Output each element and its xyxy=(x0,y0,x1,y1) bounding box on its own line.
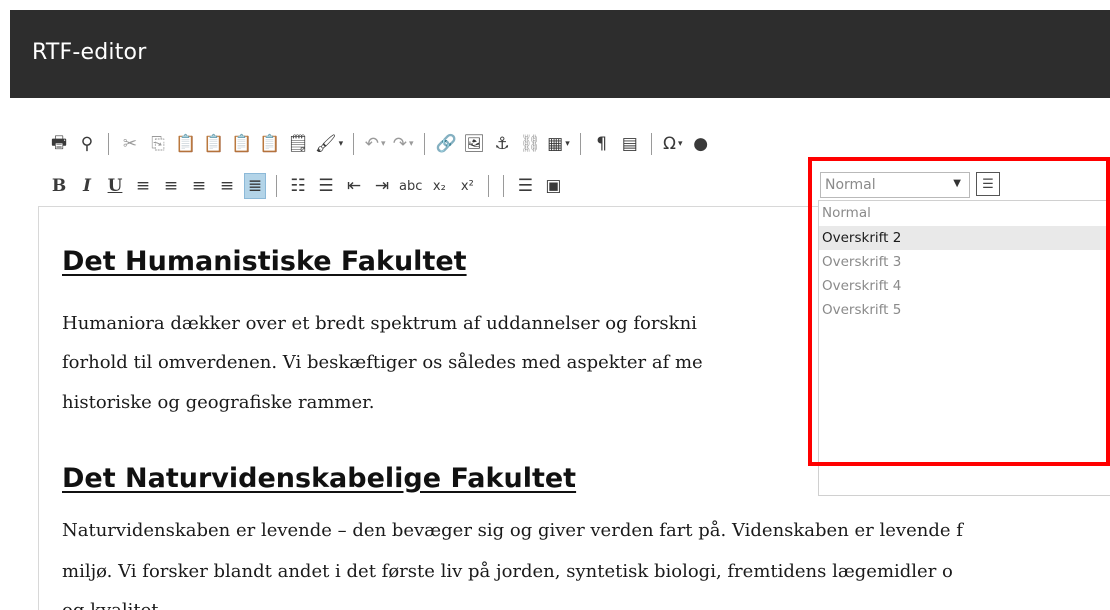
paste-text-icon[interactable]: 📋 xyxy=(203,131,225,157)
clean-format-icon[interactable]: 🖌 ▾ xyxy=(315,131,343,157)
list-icon: ☰ xyxy=(982,176,994,192)
toolbar-separator xyxy=(353,133,355,155)
app-title: RTF-editor xyxy=(32,40,147,65)
media-icon[interactable]: ● xyxy=(690,131,712,157)
format-option-normal[interactable]: Normal xyxy=(819,201,1110,226)
heading-naturvidenskabelige: Det Naturvidenskabelige Fakultet xyxy=(62,463,577,494)
paragraph-line: miljø. Vi forsker blandt andet i det før… xyxy=(62,561,953,582)
italic-icon[interactable]: I xyxy=(76,173,98,199)
cut-icon[interactable]: ✂ xyxy=(119,131,141,157)
undo-icon[interactable]: ↶ ▾ xyxy=(364,131,386,157)
paragraph-icon[interactable]: ¶ xyxy=(591,131,613,157)
image-icon[interactable]: 🖼 xyxy=(463,131,485,157)
anchor-icon[interactable]: ⚓ xyxy=(491,131,513,157)
paste-word-icon[interactable]: 📋 xyxy=(231,131,253,157)
unlink-icon[interactable]: ⛓ xyxy=(519,131,541,157)
align-justify-icon[interactable]: ≡ xyxy=(216,173,238,199)
align-center-icon[interactable]: ≡ xyxy=(160,173,182,199)
underline-icon[interactable]: U xyxy=(104,173,126,199)
align-left-icon[interactable]: ≡ xyxy=(132,173,154,199)
format-select[interactable]: Normal ▼ xyxy=(820,172,970,198)
format-select-value: Normal xyxy=(825,177,876,193)
outdent-icon[interactable]: ⇤ xyxy=(343,173,365,199)
toolbar-separator xyxy=(488,175,490,197)
format-option-overskrift-4[interactable]: Overskrift 4 xyxy=(819,274,1110,298)
format-dropdown-list: Normal Overskrift 2 Overskrift 3 Overskr… xyxy=(818,200,1110,496)
strikethrough-icon[interactable]: abc xyxy=(399,173,422,199)
toolbar-separator xyxy=(108,133,109,155)
template-icon[interactable]: ▤ xyxy=(619,131,641,157)
format-option-overskrift-2[interactable]: Overskrift 2 xyxy=(819,226,1110,250)
toolbar-row-1: 🖶 ⚲ ✂ ⎘ 📋 📋 📋 📋 🗒 🖌 ▾ ↶ ▾ ↷ ▾ 🔗 🖼 ⚓ ⛓ ▦ ▾ ¶ ▤ Ω ▾ ● xyxy=(48,130,718,158)
clipboard-outline-icon[interactable]: 🗒 xyxy=(287,131,309,157)
toolbar-separator xyxy=(650,133,652,155)
styles-panel-button[interactable]: ☰ xyxy=(976,172,1000,196)
align-full-icon[interactable]: ≣ xyxy=(244,173,266,199)
copy-icon[interactable]: ⎘ xyxy=(147,131,169,157)
toolbar-separator xyxy=(276,175,277,197)
clipboard-icon[interactable]: 📋 xyxy=(259,131,281,157)
align-right-icon[interactable]: ≡ xyxy=(188,173,210,199)
toolbar-separator xyxy=(424,133,426,155)
horizontal-rule-icon[interactable]: ☰ xyxy=(514,173,536,199)
indent-icon[interactable]: ⇥ xyxy=(371,173,393,199)
paragraph-line: Naturvidenskaben er levende – den bevæge… xyxy=(62,520,963,541)
format-option-overskrift-5[interactable]: Overskrift 5 xyxy=(819,298,1110,322)
app-titlebar: RTF-editor xyxy=(10,10,1110,98)
print-icon[interactable]: 🖶 xyxy=(48,131,70,157)
chevron-down-icon: ▼ xyxy=(953,178,961,189)
paragraph-line: Humaniora dækker over et bredt spektrum … xyxy=(62,313,697,334)
toolbar-separator xyxy=(503,175,505,197)
bullet-list-icon[interactable]: ☰ xyxy=(315,173,337,199)
table-icon[interactable]: ▦ ▾ xyxy=(547,131,570,157)
format-option-overskrift-3[interactable]: Overskrift 3 xyxy=(819,250,1110,274)
paste-icon[interactable]: 📋 xyxy=(175,131,197,157)
find-icon[interactable]: ⚲ xyxy=(76,131,98,157)
frame-icon[interactable]: ▣ xyxy=(542,173,564,199)
paragraph-line: historiske og geografiske rammer. xyxy=(62,392,375,413)
link-icon[interactable]: 🔗 xyxy=(435,131,457,157)
paragraph-line: og kvalitet. xyxy=(62,600,164,610)
heading-humanistiske: Det Humanistiske Fakultet xyxy=(62,246,467,277)
bold-icon[interactable]: B xyxy=(48,173,70,199)
paragraph-line: forhold til omverdenen. Vi beskæftiger o… xyxy=(62,352,703,373)
toolbar-row-2: B I U ≡ ≡ ≡ ≡ ≣ ☷ ☰ ⇤ ⇥ abc x₂ x² ☰ ▣ xyxy=(48,172,570,200)
superscript-icon[interactable]: x² xyxy=(456,173,478,199)
redo-icon[interactable]: ↷ ▾ xyxy=(392,131,414,157)
special-char-icon[interactable]: Ω ▾ xyxy=(662,131,684,157)
subscript-icon[interactable]: x₂ xyxy=(428,173,450,199)
toolbar-separator xyxy=(579,133,581,155)
numbered-list-icon[interactable]: ☷ xyxy=(287,173,309,199)
